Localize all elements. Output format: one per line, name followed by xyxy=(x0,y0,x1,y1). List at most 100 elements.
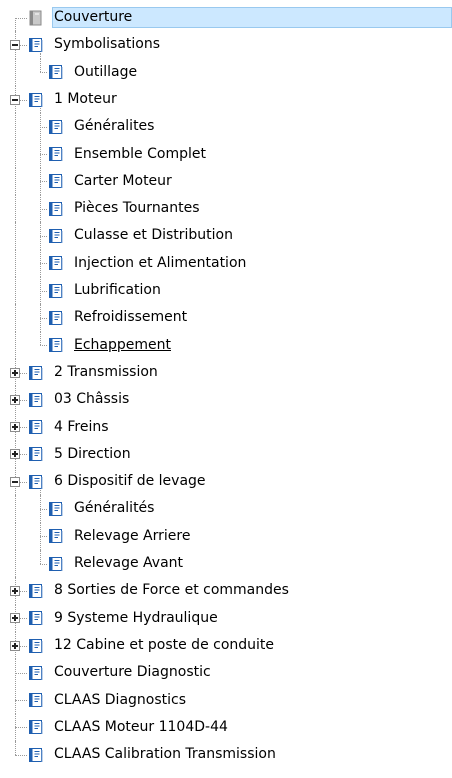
tree-connector-line xyxy=(40,58,41,73)
tree-connector-line xyxy=(40,345,47,347)
tree-item-echappement[interactable]: Echappement xyxy=(0,331,452,359)
book-icon xyxy=(28,392,44,408)
tree-item-label[interactable]: Culasse et Distribution xyxy=(72,226,235,245)
collapse-toggle-icon[interactable] xyxy=(10,39,20,50)
tree-item-label[interactable]: CLAAS Calibration Transmission xyxy=(52,745,278,764)
collapse-toggle-icon[interactable] xyxy=(10,476,20,487)
book-icon xyxy=(48,255,64,271)
book-icon xyxy=(28,638,44,654)
tree-connector-line xyxy=(15,17,27,19)
tree-item-symbolisations[interactable]: Symbolisations xyxy=(0,31,452,59)
expand-toggle-icon[interactable] xyxy=(10,422,20,433)
book-icon xyxy=(48,173,64,189)
tree-connector-line xyxy=(15,58,16,86)
tree-connector-line xyxy=(40,290,47,292)
tree-item-label[interactable]: Relevage Arriere xyxy=(72,527,192,546)
tree-item-label[interactable]: Carter Moteur xyxy=(72,172,174,191)
tree-item-label[interactable]: Injection et Alimentation xyxy=(72,254,248,273)
tree-item-label[interactable]: Couverture Diagnostic xyxy=(52,663,213,682)
tree-item-8-sorties-de-force-et-commandes[interactable]: 8 Sorties de Force et commandes xyxy=(0,577,452,605)
tree-connector-line xyxy=(15,195,16,223)
tree-item-label[interactable]: Relevage Avant xyxy=(72,554,185,573)
book-icon xyxy=(28,446,44,462)
tree-item-relevage-avant[interactable]: Relevage Avant xyxy=(0,550,452,578)
tree-item-label[interactable]: 12 Cabine et poste de conduite xyxy=(52,636,276,655)
tree-item-label[interactable]: CLAAS Moteur 1104D-44 xyxy=(52,718,230,737)
tree-item-label[interactable]: Refroidissement xyxy=(72,308,189,327)
tree-item-label[interactable]: Lubrification xyxy=(72,281,163,300)
tree-item-lubrification[interactable]: Lubrification xyxy=(0,277,452,305)
tree-item-4-freins[interactable]: 4 Freins xyxy=(0,413,452,441)
tree-connector-line xyxy=(15,700,27,702)
tree-connector-line xyxy=(15,754,27,756)
book-icon xyxy=(28,419,44,435)
tree-item-2-transmission[interactable]: 2 Transmission xyxy=(0,358,452,387)
tree-connector-line xyxy=(40,263,47,265)
book-icon xyxy=(28,665,44,681)
tree-connector-line xyxy=(40,550,41,564)
tree-item-12-cabine-et-poste-de-conduite[interactable]: 12 Cabine et poste de conduite xyxy=(0,631,452,660)
collapse-toggle-icon[interactable] xyxy=(10,94,20,105)
tree-item-label[interactable]: 6 Dispositif de levage xyxy=(52,472,208,491)
book-icon xyxy=(28,474,44,490)
tree-item-03-chassis[interactable]: 03 Châssis xyxy=(0,386,452,414)
tree-connector-line xyxy=(15,331,16,359)
tree-item-refroidissement[interactable]: Refroidissement xyxy=(0,304,452,332)
tree-item-label[interactable]: 4 Freins xyxy=(52,418,111,437)
expand-toggle-icon[interactable] xyxy=(10,449,20,460)
tree-item-label[interactable]: 03 Châssis xyxy=(52,390,131,409)
tree-item-label[interactable]: Pièces Tournantes xyxy=(72,199,202,218)
tree-item-label[interactable]: Outillage xyxy=(72,63,139,82)
tree-item-label[interactable]: 8 Sorties de Force et commandes xyxy=(52,581,291,600)
expand-toggle-icon[interactable] xyxy=(10,394,20,405)
tree-item-pieces-tournantes[interactable]: Pièces Tournantes xyxy=(0,195,452,223)
expand-toggle-icon[interactable] xyxy=(10,585,20,596)
tree-connector-line xyxy=(15,249,16,277)
tree-connector-line xyxy=(15,277,16,305)
expand-toggle-icon[interactable] xyxy=(10,367,20,378)
tree-connector-line xyxy=(15,495,16,523)
tree-connector-line xyxy=(15,140,16,168)
tree-item-injection-et-alimentation[interactable]: Injection et Alimentation xyxy=(0,249,452,277)
book-icon xyxy=(28,37,44,53)
tree-item-ensemble-complet[interactable]: Ensemble Complet xyxy=(0,140,452,168)
tree-item-couverture[interactable]: Couverture xyxy=(0,4,452,45)
tree-item-relevage-arriere[interactable]: Relevage Arriere xyxy=(0,522,452,550)
tree-connector-line xyxy=(40,317,47,319)
tree-item-label[interactable]: Généralites xyxy=(72,117,156,136)
tree-item-claas-moteur-1104d-44[interactable]: CLAAS Moteur 1104D-44 xyxy=(0,713,452,742)
tree-item-9-systeme-hydraulique[interactable]: 9 Systeme Hydraulique xyxy=(0,604,452,632)
tree-item-label[interactable]: CLAAS Diagnostics xyxy=(52,691,188,710)
tree-item-label[interactable]: Généralités xyxy=(72,499,156,518)
book-icon xyxy=(28,610,44,626)
tree-item-label[interactable]: Symbolisations xyxy=(52,35,162,54)
tree-item-outillage[interactable]: Outillage xyxy=(0,58,452,86)
tree-item-label[interactable]: Couverture xyxy=(52,7,452,28)
tree-item-1-moteur[interactable]: 1 Moteur xyxy=(0,85,452,114)
tree-item-couverture-diagnostic[interactable]: Couverture Diagnostic xyxy=(0,659,452,687)
tree-connector-line xyxy=(40,72,47,74)
expand-toggle-icon[interactable] xyxy=(10,640,20,651)
tree-connector-line xyxy=(15,672,27,674)
tree-item-label[interactable]: 9 Systeme Hydraulique xyxy=(52,609,220,628)
expand-toggle-icon[interactable] xyxy=(10,613,20,624)
tree-item-label[interactable]: 1 Moteur xyxy=(52,90,119,109)
tree-item-culasse-et-distribution[interactable]: Culasse et Distribution xyxy=(0,222,452,250)
book-icon xyxy=(28,719,44,735)
tree-item-generalites[interactable]: Généralités xyxy=(0,495,452,523)
book-icon xyxy=(28,692,44,708)
tree-item-label[interactable]: 5 Direction xyxy=(52,445,133,464)
tree-item-label[interactable]: Ensemble Complet xyxy=(72,145,208,164)
tree-item-claas-diagnostics[interactable]: CLAAS Diagnostics xyxy=(0,686,452,714)
tree-item-6-dispositif-de-levage[interactable]: 6 Dispositif de levage xyxy=(0,468,452,496)
tree-item-claas-calibration-transmission[interactable]: CLAAS Calibration Transmission xyxy=(0,741,452,768)
tree-connector-line xyxy=(40,563,47,565)
tree-item-label[interactable]: 2 Transmission xyxy=(52,363,160,382)
tree-item-carter-moteur[interactable]: Carter Moteur xyxy=(0,167,452,196)
tree-item-5-direction[interactable]: 5 Direction xyxy=(0,440,452,469)
tree-connector-line xyxy=(40,236,47,238)
table-of-contents-tree[interactable]: Couverture Symbolisations Outillage 1 Moteu… xyxy=(0,0,452,778)
tree-item-generalites[interactable]: Généralites xyxy=(0,113,452,141)
tree-item-label[interactable]: Echappement xyxy=(72,336,173,355)
book-icon xyxy=(28,583,44,599)
